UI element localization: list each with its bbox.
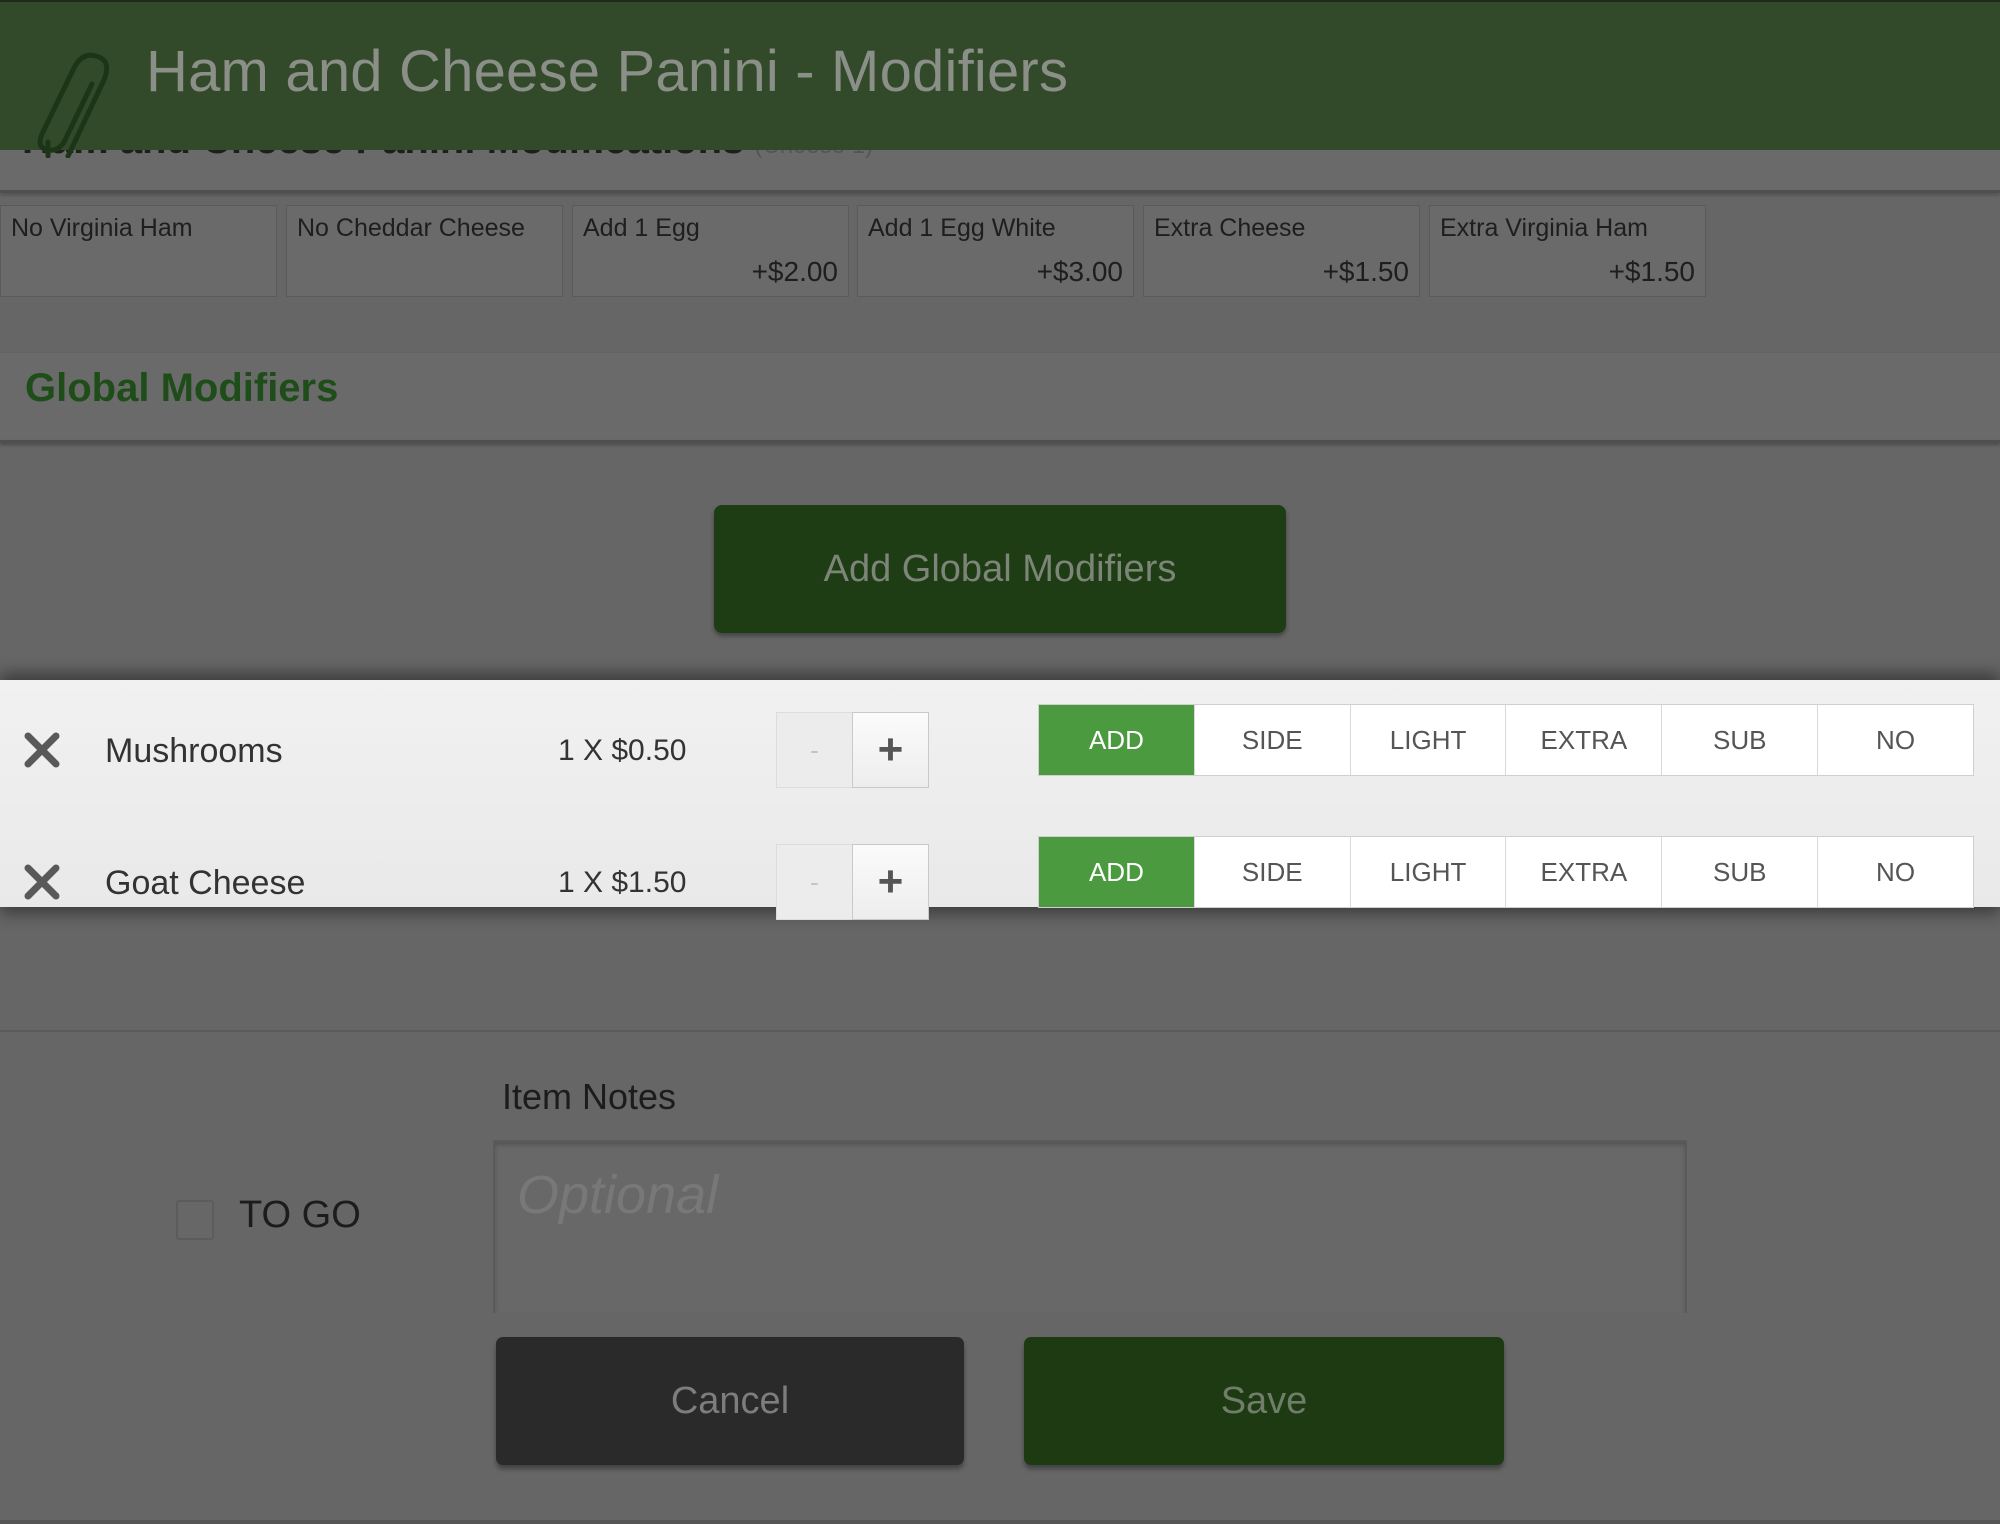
option-side[interactable]: SIDE: [1193, 837, 1350, 907]
divider: [0, 190, 2000, 193]
cancel-button[interactable]: Cancel: [496, 1337, 964, 1465]
option-no[interactable]: NO: [1817, 837, 1973, 907]
modifier-tile[interactable]: No Cheddar Cheese: [286, 205, 563, 297]
option-sub[interactable]: SUB: [1661, 705, 1818, 775]
option-light[interactable]: LIGHT: [1349, 837, 1506, 907]
item-notes-input[interactable]: [493, 1140, 1687, 1313]
tile-name: Extra Virginia Ham: [1440, 214, 1648, 242]
modifier-price: 1 X $0.50: [558, 734, 687, 767]
modifier-price: 1 X $1.50: [558, 866, 687, 899]
remove-modifier-icon[interactable]: [22, 730, 62, 770]
quantity-decrease-button[interactable]: -: [776, 712, 853, 788]
modal-title: Ham and Cheese Panini - Modifiers: [146, 39, 1069, 104]
divider: [0, 1520, 2000, 1524]
modifier-option-group: ADD SIDE LIGHT EXTRA SUB NO: [1038, 704, 1974, 776]
option-no[interactable]: NO: [1817, 705, 1973, 775]
modifier-name: Mushrooms: [105, 732, 283, 770]
tile-name: Add 1 Egg: [583, 214, 700, 242]
modal-header: Ham and Cheese Panini - Modifiers: [0, 0, 2000, 158]
tile-price: +$2.00: [751, 256, 838, 287]
modifier-tile[interactable]: Extra Virginia Ham +$1.50: [1429, 205, 1706, 297]
option-sub[interactable]: SUB: [1661, 837, 1818, 907]
global-modifiers-title: Global Modifiers: [25, 366, 339, 410]
tile-name: No Cheddar Cheese: [297, 214, 525, 242]
tile-price: +$1.50: [1608, 256, 1695, 287]
modifier-row: Goat Cheese 1 X $1.50 - + ADD SIDE LIGHT…: [0, 836, 2000, 944]
tile-price: +$3.00: [1036, 256, 1123, 287]
option-extra[interactable]: EXTRA: [1505, 837, 1662, 907]
modifier-tile[interactable]: Extra Cheese +$1.50: [1143, 205, 1420, 297]
divider: [0, 440, 2000, 443]
divider: [0, 1030, 2000, 1032]
to-go-checkbox[interactable]: [176, 1200, 214, 1240]
add-global-modifiers-button[interactable]: Add Global Modifiers: [714, 505, 1286, 633]
modifier-tile[interactable]: No Virginia Ham: [0, 205, 277, 297]
option-light[interactable]: LIGHT: [1349, 705, 1506, 775]
selected-modifiers-panel: Mushrooms 1 X $0.50 - + ADD SIDE LIGHT E…: [0, 680, 2000, 920]
modifier-tile[interactable]: Add 1 Egg +$2.00: [572, 205, 849, 297]
modifier-tiles: No Virginia Ham No Cheddar Cheese Add 1 …: [0, 205, 2000, 300]
option-add[interactable]: ADD: [1039, 705, 1194, 775]
quantity-increase-button[interactable]: +: [852, 712, 929, 788]
modifier-option-group: ADD SIDE LIGHT EXTRA SUB NO: [1038, 836, 1974, 908]
tile-price: +$1.50: [1322, 256, 1409, 287]
paperclip-icon: [37, 52, 110, 158]
remove-modifier-icon[interactable]: [22, 862, 62, 902]
option-add[interactable]: ADD: [1039, 837, 1194, 907]
option-extra[interactable]: EXTRA: [1505, 705, 1662, 775]
option-side[interactable]: SIDE: [1193, 705, 1350, 775]
save-button[interactable]: Save: [1024, 1337, 1504, 1465]
tile-name: Add 1 Egg White: [868, 214, 1056, 242]
to-go-label: TO GO: [239, 1194, 361, 1236]
item-notes-label: Item Notes: [502, 1076, 677, 1117]
modifier-name: Goat Cheese: [105, 864, 306, 902]
tile-name: Extra Cheese: [1154, 214, 1306, 242]
modifier-row: Mushrooms 1 X $0.50 - + ADD SIDE LIGHT E…: [0, 704, 2000, 812]
tile-name: No Virginia Ham: [11, 214, 193, 242]
quantity-increase-button[interactable]: +: [852, 844, 929, 920]
modifier-tile[interactable]: Add 1 Egg White +$3.00: [857, 205, 1134, 297]
quantity-decrease-button[interactable]: -: [776, 844, 853, 920]
